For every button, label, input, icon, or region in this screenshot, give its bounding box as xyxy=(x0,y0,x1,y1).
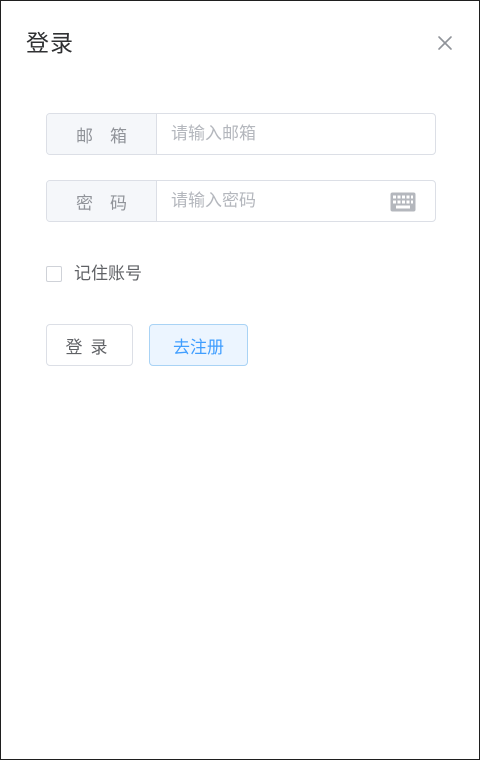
remember-checkbox[interactable] xyxy=(46,266,62,282)
remember-account[interactable]: 记住账号 xyxy=(46,263,142,285)
keyboard-icon[interactable] xyxy=(389,181,417,221)
register-button[interactable]: 去注册 xyxy=(149,324,248,366)
email-input[interactable] xyxy=(157,114,435,154)
close-icon xyxy=(438,36,452,50)
email-input-group: 邮箱 xyxy=(46,113,436,155)
login-button[interactable]: 登录 xyxy=(46,324,133,366)
password-label: 密码 xyxy=(47,181,157,221)
login-dialog: 登录 邮箱 密码 xyxy=(0,0,480,760)
password-input-group: 密码 xyxy=(46,180,436,222)
close-button[interactable] xyxy=(434,32,456,54)
dialog-title: 登录 xyxy=(26,31,74,57)
remember-label: 记住账号 xyxy=(74,264,142,284)
password-input[interactable] xyxy=(157,181,389,221)
email-label: 邮箱 xyxy=(47,114,157,154)
